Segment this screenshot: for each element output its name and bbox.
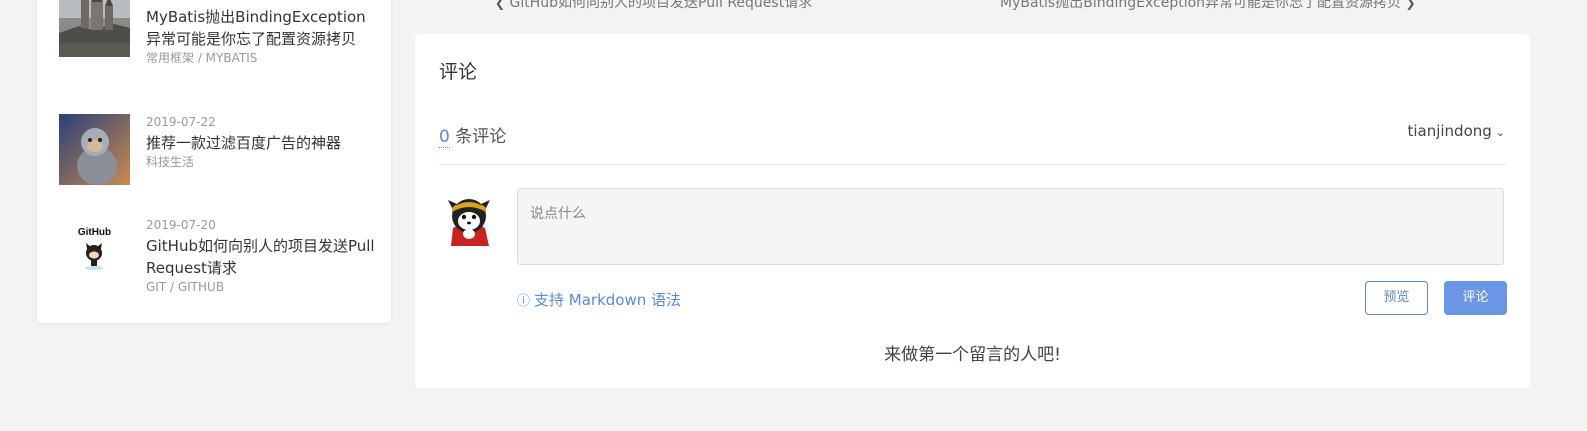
comment-input[interactable] xyxy=(517,188,1504,265)
post-title-link[interactable]: GitHub如何向别人的项目发送Pull Request请求 xyxy=(146,235,378,279)
comment-section: 评论 0 条评论 tianjindong⌄ ⓘ支持 Markdown 语法 预览… xyxy=(415,34,1530,388)
post-date: 2019-07-20 xyxy=(146,218,216,232)
post-date: 2019-07-27 xyxy=(146,0,378,4)
post-thumbnail-github[interactable]: GitHub xyxy=(59,217,130,288)
post-category[interactable]: 常用框架 / MYBATIS xyxy=(146,50,378,66)
post-thumbnail-monkey[interactable] xyxy=(59,114,130,185)
comment-count: 0 条评论 xyxy=(439,122,507,148)
post-thumbnail-castle[interactable] xyxy=(59,0,130,57)
post-title-link[interactable]: 推荐一款过滤百度广告的神器 xyxy=(146,132,378,154)
chevron-right-icon: ❯ xyxy=(1405,0,1416,10)
comment-count-label: 条评论 xyxy=(449,127,507,147)
user-dropdown[interactable]: tianjindong ⌄ xyxy=(1407,122,1505,140)
post-category[interactable]: GIT / GITHUB xyxy=(146,279,378,295)
markdown-help-link[interactable]: ⓘ 支持 Markdown 语法 xyxy=(517,289,681,310)
post-date: 2019-07-22 xyxy=(146,115,216,129)
empty-comments-message: 来做第一个留言的人吧! xyxy=(884,345,1061,365)
recent-posts-card: 2019-07-27 MyBatis抛出BindingException异常可能… xyxy=(37,0,391,323)
avatar xyxy=(443,194,495,246)
github-logo-text: GitHub xyxy=(77,227,112,238)
chevron-down-icon: ⌄ xyxy=(1495,126,1505,139)
octocat-icon xyxy=(85,243,103,270)
preview-button[interactable]: 预览 xyxy=(1365,281,1428,315)
next-post-link[interactable]: MyBatis抛出BindingException异常可能是你忘了配置资源拷贝 … xyxy=(1000,0,1416,12)
post-title-link[interactable]: MyBatis抛出BindingException异常可能是你忘了配置资源拷贝 xyxy=(146,6,378,50)
comment-count-number: 0 xyxy=(439,127,450,148)
comment-heading: 评论 xyxy=(439,61,478,83)
post-category[interactable]: 科技生活 xyxy=(146,154,378,170)
chevron-left-icon: ❮ xyxy=(495,0,506,10)
info-icon: ⓘ xyxy=(517,294,531,309)
prev-post-link[interactable]: ❮ GitHub如何向别人的项目发送Pull Request请求 xyxy=(495,0,812,12)
divider xyxy=(439,164,1506,165)
username-label: tianjindong xyxy=(1407,122,1492,140)
submit-comment-button[interactable]: 评论 xyxy=(1444,281,1507,315)
